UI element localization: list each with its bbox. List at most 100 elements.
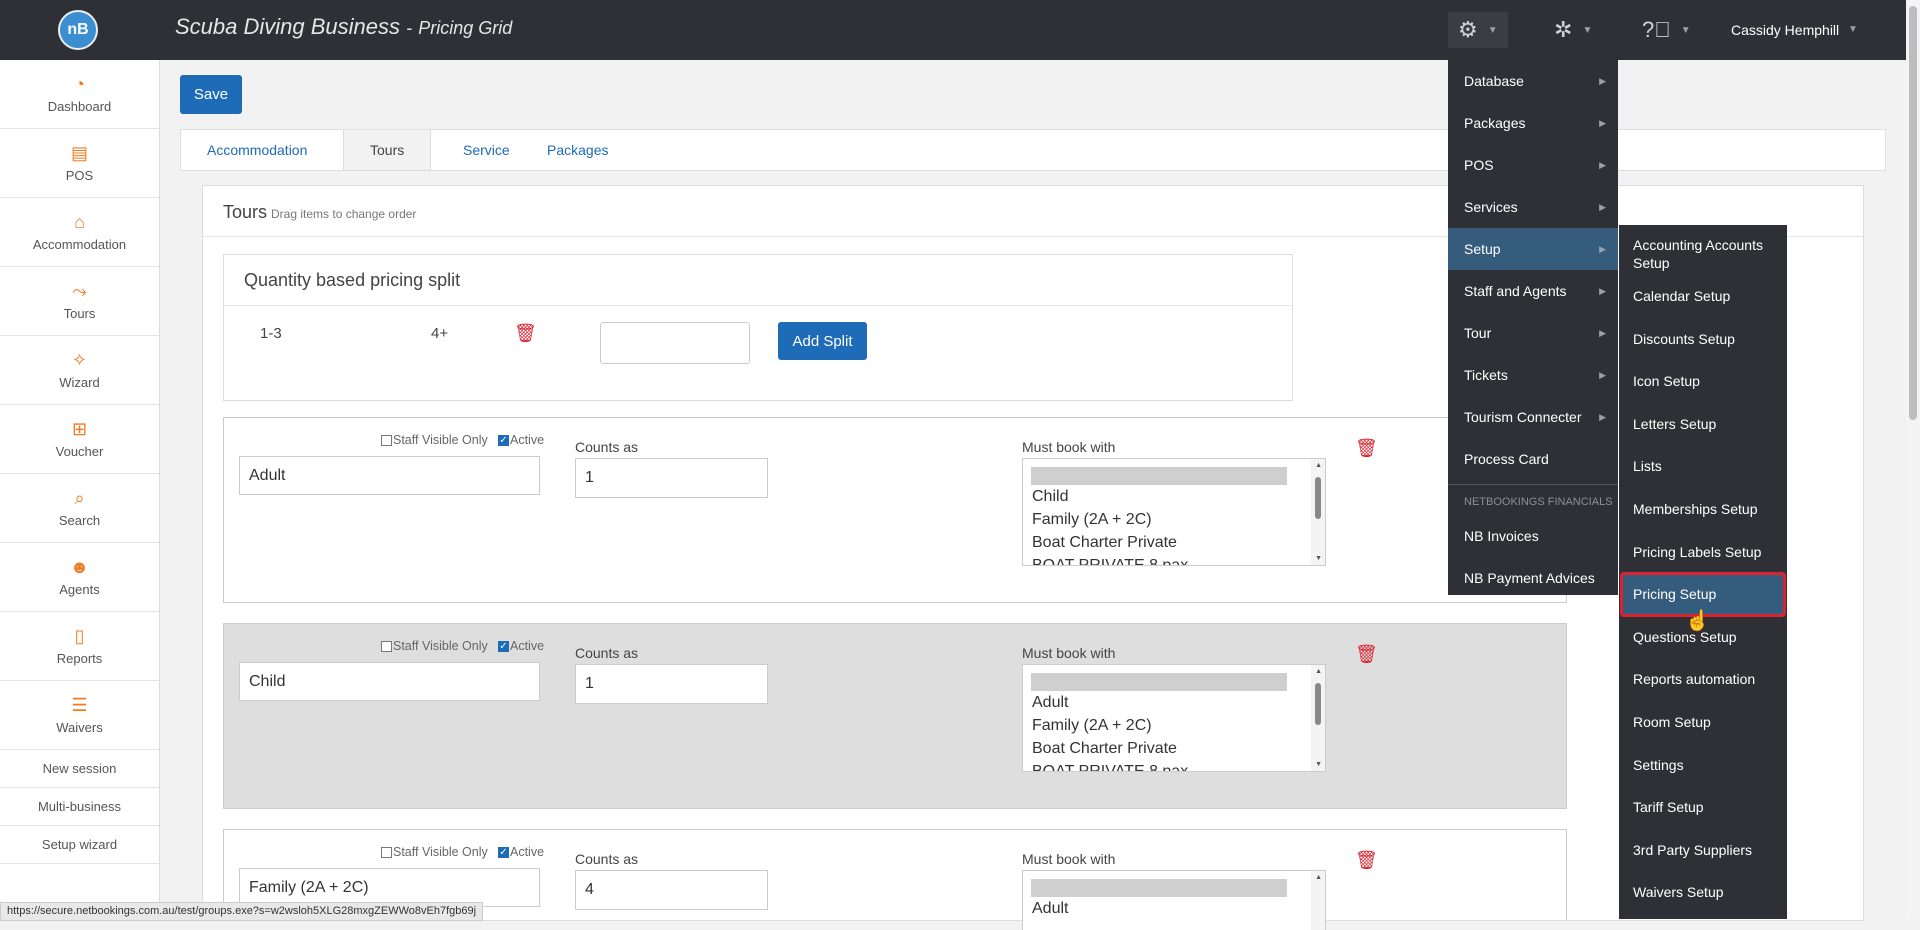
- list-item[interactable]: Child: [1023, 485, 1325, 508]
- scroll-down-icon[interactable]: ▼: [1315, 555, 1322, 562]
- submenu-item-3rd-party-suppliers[interactable]: 3rd Party Suppliers: [1619, 829, 1787, 872]
- submenu-item-settings[interactable]: Settings: [1619, 744, 1787, 787]
- menu-item-staff-and-agents[interactable]: Staff and Agents ▶: [1448, 270, 1618, 312]
- list-item[interactable]: [1031, 879, 1287, 897]
- list-item[interactable]: [1031, 467, 1287, 485]
- menu-item-services[interactable]: Services ▶: [1448, 186, 1618, 228]
- staff-visible-checkbox[interactable]: Staff Visible Only: [381, 639, 488, 653]
- menu-item-nb-payment-advices[interactable]: NB Payment Advices: [1448, 557, 1618, 599]
- checkbox-box[interactable]: [381, 640, 392, 652]
- menu-item-packages[interactable]: Packages ▶: [1448, 102, 1618, 144]
- checkbox-box[interactable]: ✓: [498, 434, 509, 446]
- menu-item-nb-invoices[interactable]: NB Invoices: [1448, 515, 1618, 557]
- scrollbar-thumb[interactable]: [1909, 6, 1917, 420]
- sidebar-item-dashboard[interactable]: ◔ Dashboard: [0, 60, 159, 129]
- menu-item-database[interactable]: Database ▶: [1448, 60, 1618, 102]
- staff-visible-checkbox[interactable]: Staff Visible Only: [381, 433, 488, 447]
- sidebar-item-reports[interactable]: ▯ Reports: [0, 612, 159, 681]
- submenu-item-reports-automation[interactable]: Reports automation: [1619, 658, 1787, 701]
- list-item[interactable]: Family (2A + 2C): [1023, 714, 1325, 737]
- submenu-item-accounting-accounts-setup[interactable]: Accounting Accounts Setup: [1619, 225, 1787, 275]
- integrations-menu-button[interactable]: ✲ ▼: [1554, 12, 1592, 48]
- list-item[interactable]: [1031, 673, 1287, 691]
- chevron-right-icon: ▶: [1599, 412, 1606, 422]
- submenu-item-room-setup[interactable]: Room Setup: [1619, 701, 1787, 744]
- list-item[interactable]: BOAT PRIVATE 8 pax: [1023, 760, 1325, 771]
- submenu-item-icon-setup[interactable]: Icon Setup: [1619, 360, 1787, 403]
- tab-accommodation[interactable]: Accommodation: [181, 130, 333, 170]
- counts-as-input[interactable]: 4: [575, 870, 768, 910]
- scroll-down-icon[interactable]: ▼: [1315, 761, 1322, 768]
- pricing-row[interactable]: Staff Visible Only ✓ Active Adult Counts …: [223, 417, 1567, 603]
- menu-item-pos[interactable]: POS ▶: [1448, 144, 1618, 186]
- logo[interactable]: nB: [58, 10, 98, 50]
- list-item[interactable]: Adult: [1023, 691, 1325, 714]
- setup-wizard-link[interactable]: Setup wizard: [0, 826, 159, 864]
- checkbox-box[interactable]: [381, 434, 392, 446]
- staff-visible-checkbox[interactable]: Staff Visible Only: [381, 845, 488, 859]
- menu-item-process-card[interactable]: Process Card: [1448, 438, 1618, 480]
- scrollbar-thumb[interactable]: [1315, 683, 1321, 725]
- must-book-with-select[interactable]: Child Family (2A + 2C) Boat Charter Priv…: [1022, 458, 1326, 566]
- trash-icon[interactable]: 🗑︎: [1355, 644, 1378, 665]
- scroll-up-icon[interactable]: ▲: [1315, 462, 1322, 469]
- list-item[interactable]: Boat Charter Private: [1023, 737, 1325, 760]
- submenu-item-lists[interactable]: Lists: [1619, 445, 1787, 488]
- counts-as-input[interactable]: 1: [575, 664, 768, 704]
- checkbox-box[interactable]: [381, 846, 392, 858]
- must-book-with-select[interactable]: Adult ▲: [1022, 870, 1326, 930]
- multi-business-link[interactable]: Multi-business: [0, 788, 159, 826]
- submenu-item-letters-setup[interactable]: Letters Setup: [1619, 403, 1787, 446]
- list-item[interactable]: Adult: [1023, 897, 1325, 920]
- submenu-item-calendar-setup[interactable]: Calendar Setup: [1619, 275, 1787, 318]
- save-button[interactable]: Save: [180, 75, 242, 114]
- submenu-item-tariff-setup[interactable]: Tariff Setup: [1619, 786, 1787, 829]
- checkbox-box[interactable]: ✓: [498, 846, 509, 858]
- active-checkbox[interactable]: ✓ Active: [498, 639, 544, 653]
- price-label-input[interactable]: Adult: [239, 456, 540, 495]
- scroll-up-icon[interactable]: ▲: [1315, 874, 1322, 881]
- new-session-link[interactable]: New session: [0, 750, 159, 788]
- checkbox-box[interactable]: ✓: [498, 640, 509, 652]
- tab-tours[interactable]: Tours: [343, 130, 432, 170]
- scrollbar-thumb[interactable]: [1315, 477, 1321, 519]
- menu-item-tickets[interactable]: Tickets ▶: [1448, 354, 1618, 396]
- trash-icon[interactable]: 🗑︎: [1355, 438, 1378, 459]
- sidebar-item-waivers[interactable]: ☰ Waivers: [0, 681, 159, 750]
- pricing-row[interactable]: Staff Visible Only ✓ Active Child Counts …: [223, 623, 1567, 809]
- menu-item-tourism-connecter[interactable]: Tourism Connecter ▶: [1448, 396, 1618, 438]
- list-item[interactable]: Boat Charter Private: [1023, 531, 1325, 554]
- chevron-right-icon: ▶: [1599, 286, 1606, 296]
- price-label-input[interactable]: Child: [239, 662, 540, 701]
- sidebar-item-accommodation[interactable]: ⌂ Accommodation: [0, 198, 159, 267]
- scroll-up-icon[interactable]: ▲: [1315, 668, 1322, 675]
- sidebar-item-pos[interactable]: ▤ POS: [0, 129, 159, 198]
- menu-item-setup[interactable]: Setup ▶: [1448, 228, 1618, 270]
- active-checkbox[interactable]: ✓ Active: [498, 845, 544, 859]
- list-item[interactable]: BOAT PRIVATE 8 pax: [1023, 554, 1325, 565]
- menu-divider: [1448, 484, 1618, 485]
- split-input[interactable]: [600, 322, 750, 364]
- trash-icon[interactable]: 🗑︎: [1355, 850, 1378, 871]
- menu-item-tour[interactable]: Tour ▶: [1448, 312, 1618, 354]
- counts-as-input[interactable]: 1: [575, 458, 768, 498]
- list-item[interactable]: Family (2A + 2C): [1023, 508, 1325, 531]
- submenu-item-waivers-setup[interactable]: Waivers Setup: [1619, 871, 1787, 914]
- settings-menu-button[interactable]: ⚙ ▼: [1448, 12, 1508, 48]
- submenu-item-pricing-labels-setup[interactable]: Pricing Labels Setup: [1619, 531, 1787, 574]
- help-menu-button[interactable]: ?⃝ ▼: [1642, 12, 1691, 48]
- tab-packages[interactable]: Packages: [521, 130, 634, 170]
- add-split-button[interactable]: Add Split: [778, 322, 867, 360]
- sidebar-item-search[interactable]: ⌕ Search: [0, 474, 159, 543]
- active-checkbox[interactable]: ✓ Active: [498, 433, 544, 447]
- sidebar-item-agents[interactable]: ☻ Agents: [0, 543, 159, 612]
- page-scrollbar[interactable]: [1906, 0, 1920, 919]
- sidebar-item-tours[interactable]: ⤳ Tours: [0, 267, 159, 336]
- sidebar-item-voucher[interactable]: ⊞ Voucher: [0, 405, 159, 474]
- sidebar-item-wizard[interactable]: ✧ Wizard: [0, 336, 159, 405]
- user-menu-button[interactable]: Cassidy Hemphill: [1731, 22, 1839, 38]
- submenu-item-discounts-setup[interactable]: Discounts Setup: [1619, 318, 1787, 361]
- submenu-item-memberships-setup[interactable]: Memberships Setup: [1619, 488, 1787, 531]
- trash-icon[interactable]: 🗑︎: [514, 323, 537, 344]
- must-book-with-select[interactable]: Adult Family (2A + 2C) Boat Charter Priv…: [1022, 664, 1326, 772]
